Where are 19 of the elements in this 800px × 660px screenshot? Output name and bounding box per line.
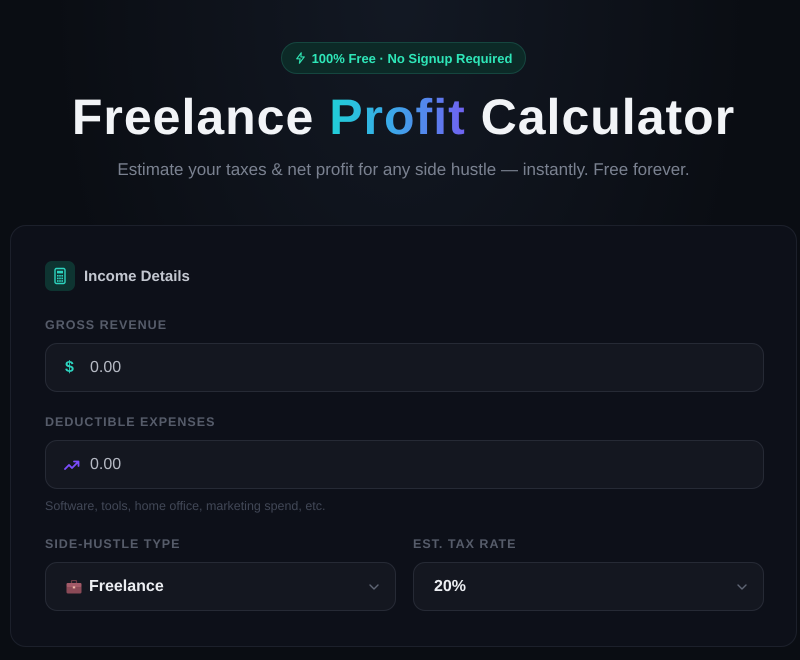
field-label: DEDUCTIBLE EXPENSES bbox=[45, 414, 216, 430]
subtitle: Estimate your taxes & net profit for any side hustle — instantly. Free forever. bbox=[117, 159, 690, 181]
dropdown-select[interactable]: 20% bbox=[413, 562, 764, 611]
section-heading: Income Details bbox=[84, 268, 190, 284]
chevron-down-icon bbox=[369, 584, 379, 590]
trending-up-icon bbox=[64, 460, 80, 470]
field-hint: Software, tools, home office, marketing spend, etc. bbox=[45, 499, 326, 514]
dollar-sign: $ bbox=[65, 358, 74, 376]
chevron-down-icon bbox=[737, 584, 747, 590]
calculator-icon bbox=[45, 261, 75, 291]
badge-text: 100% Free · No Signup Required bbox=[312, 50, 512, 66]
dropdown-select[interactable]: Freelance bbox=[45, 562, 396, 611]
field-label: SIDE-HUSTLE TYPE bbox=[45, 536, 182, 552]
lightning-icon bbox=[296, 52, 305, 64]
briefcase-icon bbox=[66, 580, 82, 594]
amount-field[interactable]: 0.00 bbox=[45, 440, 764, 489]
page-title: Freelance Profit Calculator bbox=[72, 88, 736, 146]
field-label: GROSS REVENUE bbox=[45, 317, 168, 333]
field-label: EST. TAX RATE bbox=[413, 536, 518, 552]
